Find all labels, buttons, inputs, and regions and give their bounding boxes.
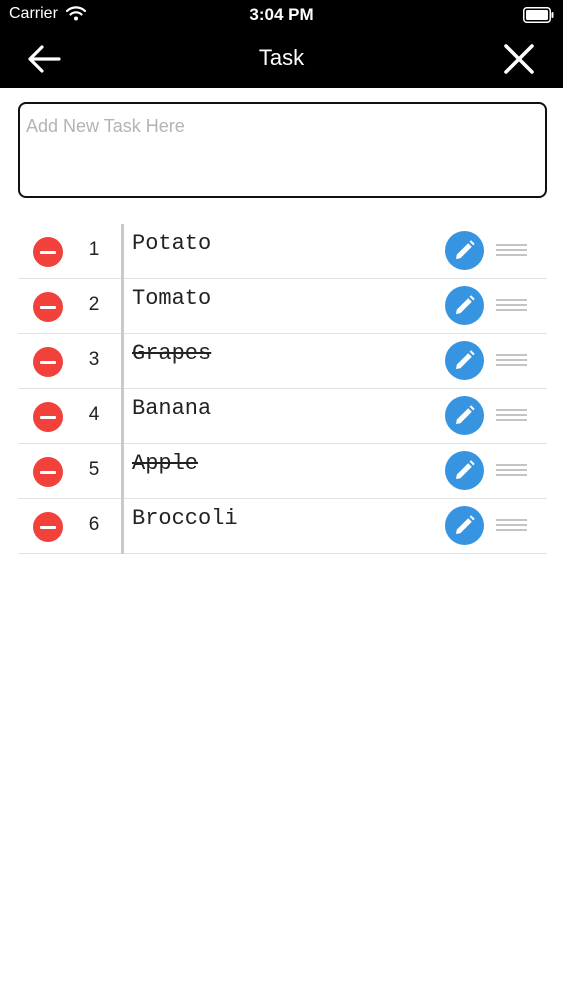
battery-icon xyxy=(523,7,554,23)
close-icon[interactable] xyxy=(503,43,535,75)
task-row: 6 Broccoli xyxy=(18,499,547,554)
task-row: 3 Grapes xyxy=(18,334,547,389)
drag-handle-icon[interactable] xyxy=(496,464,527,478)
task-number: 1 xyxy=(88,239,100,260)
drag-handle-icon[interactable] xyxy=(496,299,527,313)
pencil-icon[interactable] xyxy=(445,506,484,545)
task-name[interactable]: Broccoli xyxy=(132,506,238,531)
page-title: Task xyxy=(258,45,305,70)
drag-handle-icon[interactable] xyxy=(496,244,527,258)
row-divider xyxy=(121,389,124,444)
pencil-icon[interactable] xyxy=(445,231,484,270)
drag-handle-icon[interactable] xyxy=(496,409,527,423)
task-name[interactable]: Potato xyxy=(132,231,211,256)
task-row: 2 Tomato xyxy=(18,279,547,334)
task-number: 5 xyxy=(88,459,100,480)
task-number: 6 xyxy=(88,514,100,535)
task-number: 3 xyxy=(88,349,100,370)
status-bar: Carrier 3:04 PM xyxy=(0,0,563,30)
minus-circle-icon[interactable] xyxy=(33,512,63,542)
pencil-icon[interactable] xyxy=(445,341,484,380)
row-divider xyxy=(121,224,124,279)
row-divider xyxy=(121,499,124,554)
minus-circle-icon[interactable] xyxy=(33,347,63,377)
minus-circle-icon[interactable] xyxy=(33,237,63,267)
pencil-icon[interactable] xyxy=(445,286,484,325)
clock: 3:04 PM xyxy=(249,5,314,24)
minus-circle-icon[interactable] xyxy=(33,292,63,322)
task-name[interactable]: Banana xyxy=(132,396,211,421)
navigation-bar: Task xyxy=(0,30,563,88)
minus-circle-icon[interactable] xyxy=(33,402,63,432)
drag-handle-icon[interactable] xyxy=(496,354,527,368)
task-number: 2 xyxy=(88,294,100,315)
task-name[interactable]: Apple xyxy=(132,451,198,476)
task-number: 4 xyxy=(88,404,100,425)
task-name[interactable]: Tomato xyxy=(132,286,211,311)
minus-circle-icon[interactable] xyxy=(33,457,63,487)
pencil-icon[interactable] xyxy=(445,396,484,435)
task-row: 1 Potato xyxy=(18,224,547,279)
task-row: 5 Apple xyxy=(18,444,547,499)
task-row: 4 Banana xyxy=(18,389,547,444)
task-name[interactable]: Grapes xyxy=(132,341,211,366)
row-divider xyxy=(121,334,124,389)
drag-handle-icon[interactable] xyxy=(496,519,527,533)
row-divider xyxy=(121,444,124,499)
new-task-input[interactable] xyxy=(18,102,547,198)
task-list: 1 Potato 2 Tomato 3 Grapes 4 Banana 5 Ap… xyxy=(18,224,547,554)
row-divider xyxy=(121,279,124,334)
pencil-icon[interactable] xyxy=(445,451,484,490)
